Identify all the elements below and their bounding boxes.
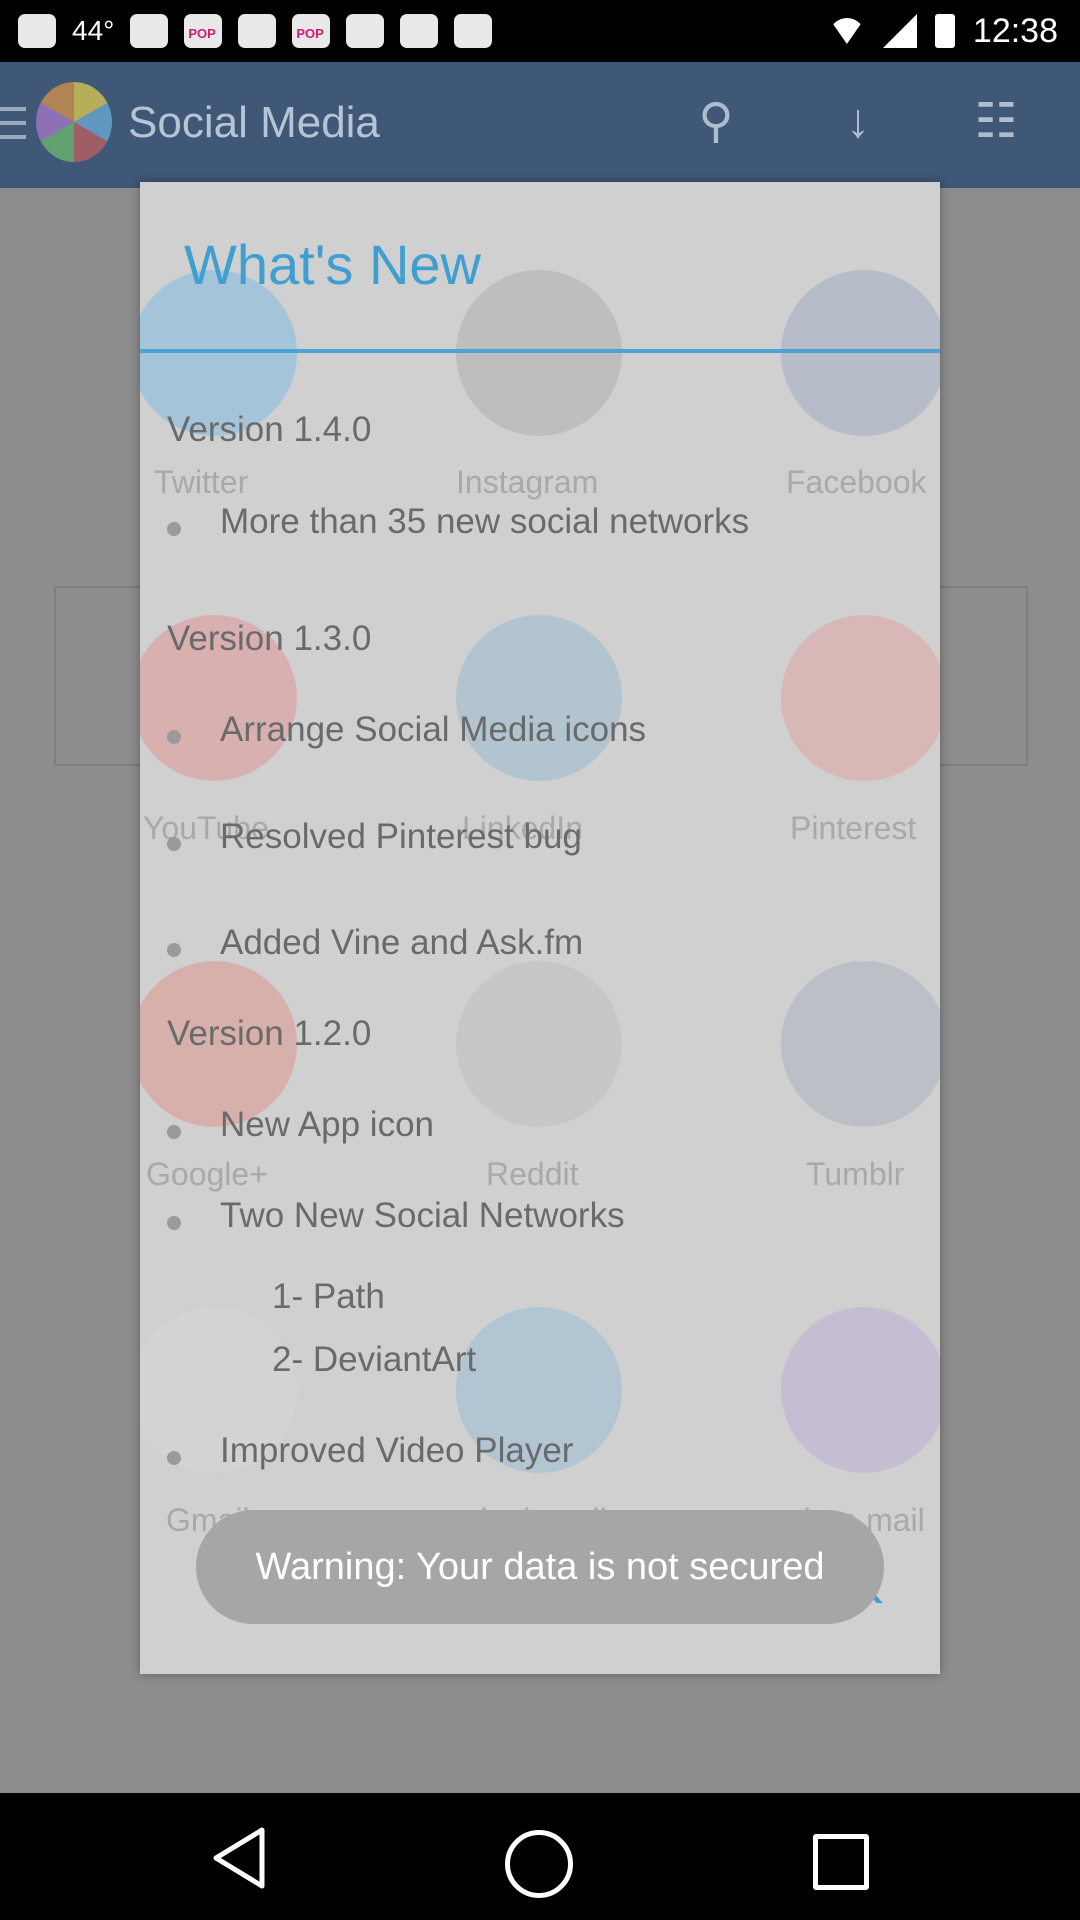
version-heading: Version 1.4.0 xyxy=(167,410,372,449)
list-item-text: Improved Video Player xyxy=(220,1431,574,1470)
pop-app-icon xyxy=(292,14,331,48)
bullet-icon xyxy=(167,1451,181,1465)
bullet-icon xyxy=(167,1216,181,1230)
temperature: 44° xyxy=(72,15,115,46)
sub-list-item: 1- Path xyxy=(272,1277,385,1316)
changelog: Version 1.4.0 More than 35 new social ne… xyxy=(140,182,940,1674)
menu-icon[interactable] xyxy=(0,107,26,143)
list-item-text: Two New Social Networks xyxy=(220,1196,625,1235)
bullet-icon xyxy=(167,730,181,744)
whats-new-dialog: Twitter Instagram Facebook YouTube Linke… xyxy=(140,182,940,1674)
version-heading: Version 1.2.0 xyxy=(167,1014,372,1053)
app-title: Social Media xyxy=(128,98,380,147)
sort-icon[interactable]: ↓ xyxy=(832,96,884,148)
notification-icon xyxy=(454,14,493,48)
keyboard-icon xyxy=(18,14,56,48)
pop-app-icon xyxy=(184,14,223,48)
bullet-icon xyxy=(167,522,181,536)
notification-icon xyxy=(130,14,169,48)
battery-icon xyxy=(934,14,955,48)
system-indicators: 12:38 xyxy=(828,0,1058,62)
location-icon xyxy=(346,14,385,48)
list-item-text: Resolved Pinterest bug xyxy=(220,817,582,856)
list-item-text: Arrange Social Media icons xyxy=(220,710,647,749)
list-item-text: Added Vine and Ask.fm xyxy=(220,923,584,962)
cart-icon[interactable]: ☷ xyxy=(970,96,1022,148)
list-item-text: More than 35 new social networks xyxy=(220,502,750,541)
bullet-icon xyxy=(167,943,181,957)
version-heading: Version 1.3.0 xyxy=(167,619,372,658)
clock: 12:38 xyxy=(972,11,1058,50)
notification-icons: 44° xyxy=(18,8,493,54)
search-icon[interactable]: ⚲ xyxy=(690,96,742,148)
app-logo xyxy=(36,82,112,162)
warning-toast: Warning: Your data is not secured xyxy=(196,1510,884,1624)
notification-icon xyxy=(400,14,439,48)
app-bar: Social Media ⚲ ↓ ☷ xyxy=(0,62,1080,188)
wifi-icon xyxy=(828,18,865,44)
bullet-icon xyxy=(167,1125,181,1139)
recents-icon[interactable] xyxy=(813,1834,869,1890)
notification-icon xyxy=(238,14,277,48)
signal-icon xyxy=(882,14,917,48)
back-icon[interactable] xyxy=(210,1826,270,1890)
home-icon[interactable] xyxy=(505,1830,573,1898)
bullet-icon xyxy=(167,837,181,851)
status-bar: 44° 12:38 xyxy=(0,0,1080,62)
list-item-text: New App icon xyxy=(220,1105,435,1144)
sub-list-item: 2- DeviantArt xyxy=(272,1340,477,1379)
